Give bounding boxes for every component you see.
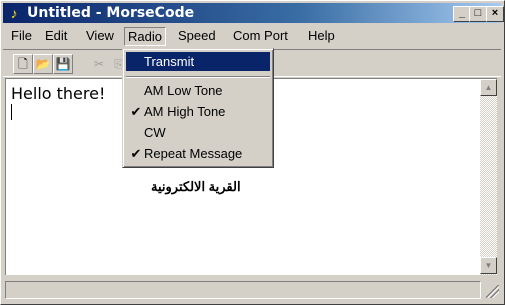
- menu-file[interactable]: File: [7, 27, 36, 44]
- watermark-text: القرية الالكترونية: [151, 179, 241, 194]
- radio-dropdown-menu: Transmit AM Low Tone ✔ AM High Tone CW ✔…: [122, 48, 274, 168]
- open-icon[interactable]: 📂: [33, 54, 53, 74]
- document-text: Hello there!: [11, 84, 106, 103]
- morse-key-icon: ♪: [10, 5, 18, 21]
- checkmark-icon: ✔: [130, 146, 142, 161]
- menu-item-am-low-tone[interactable]: AM Low Tone: [126, 81, 270, 100]
- menu-com-port[interactable]: Com Port: [229, 27, 292, 44]
- status-pane: [5, 281, 481, 299]
- menu-edit[interactable]: Edit: [41, 27, 71, 44]
- window-title: Untitled - MorseCode: [27, 5, 195, 21]
- new-icon[interactable]: 🗋: [13, 54, 33, 74]
- menu-view[interactable]: View: [82, 27, 118, 44]
- menu-bar: File Edit View Radio Speed Com Port Help: [3, 25, 501, 46]
- menu-separator: [126, 76, 270, 78]
- maximize-button[interactable]: □: [469, 6, 487, 22]
- save-icon[interactable]: 💾: [53, 54, 73, 74]
- menu-speed[interactable]: Speed: [174, 27, 220, 44]
- menu-item-label: Transmit: [144, 54, 195, 69]
- menu-item-label: AM Low Tone: [144, 83, 223, 98]
- status-bar: [3, 278, 501, 300]
- menu-item-am-high-tone[interactable]: ✔ AM High Tone: [126, 102, 270, 121]
- scroll-up-icon[interactable]: ▲: [480, 79, 497, 96]
- close-button[interactable]: ×: [486, 6, 504, 22]
- checkmark-icon: ✔: [130, 104, 142, 119]
- menu-item-label: Repeat Message: [144, 146, 243, 161]
- menu-item-label: AM High Tone: [144, 104, 226, 119]
- text-caret: [11, 104, 12, 120]
- menu-radio[interactable]: Radio: [124, 27, 166, 46]
- menu-item-cw[interactable]: CW: [126, 123, 270, 142]
- scroll-down-icon[interactable]: ▼: [480, 257, 497, 274]
- menu-item-label: CW: [144, 125, 166, 140]
- vertical-scrollbar[interactable]: ▲ ▼: [480, 78, 497, 275]
- title-bar[interactable]: ♪ Untitled - MorseCode _ □ ×: [3, 3, 504, 23]
- menu-item-repeat-message[interactable]: ✔ Repeat Message: [126, 144, 270, 163]
- menu-item-transmit[interactable]: Transmit: [126, 52, 270, 71]
- resize-grip-icon[interactable]: [486, 285, 499, 298]
- cut-icon[interactable]: ✂: [89, 54, 109, 74]
- menu-help[interactable]: Help: [304, 27, 339, 44]
